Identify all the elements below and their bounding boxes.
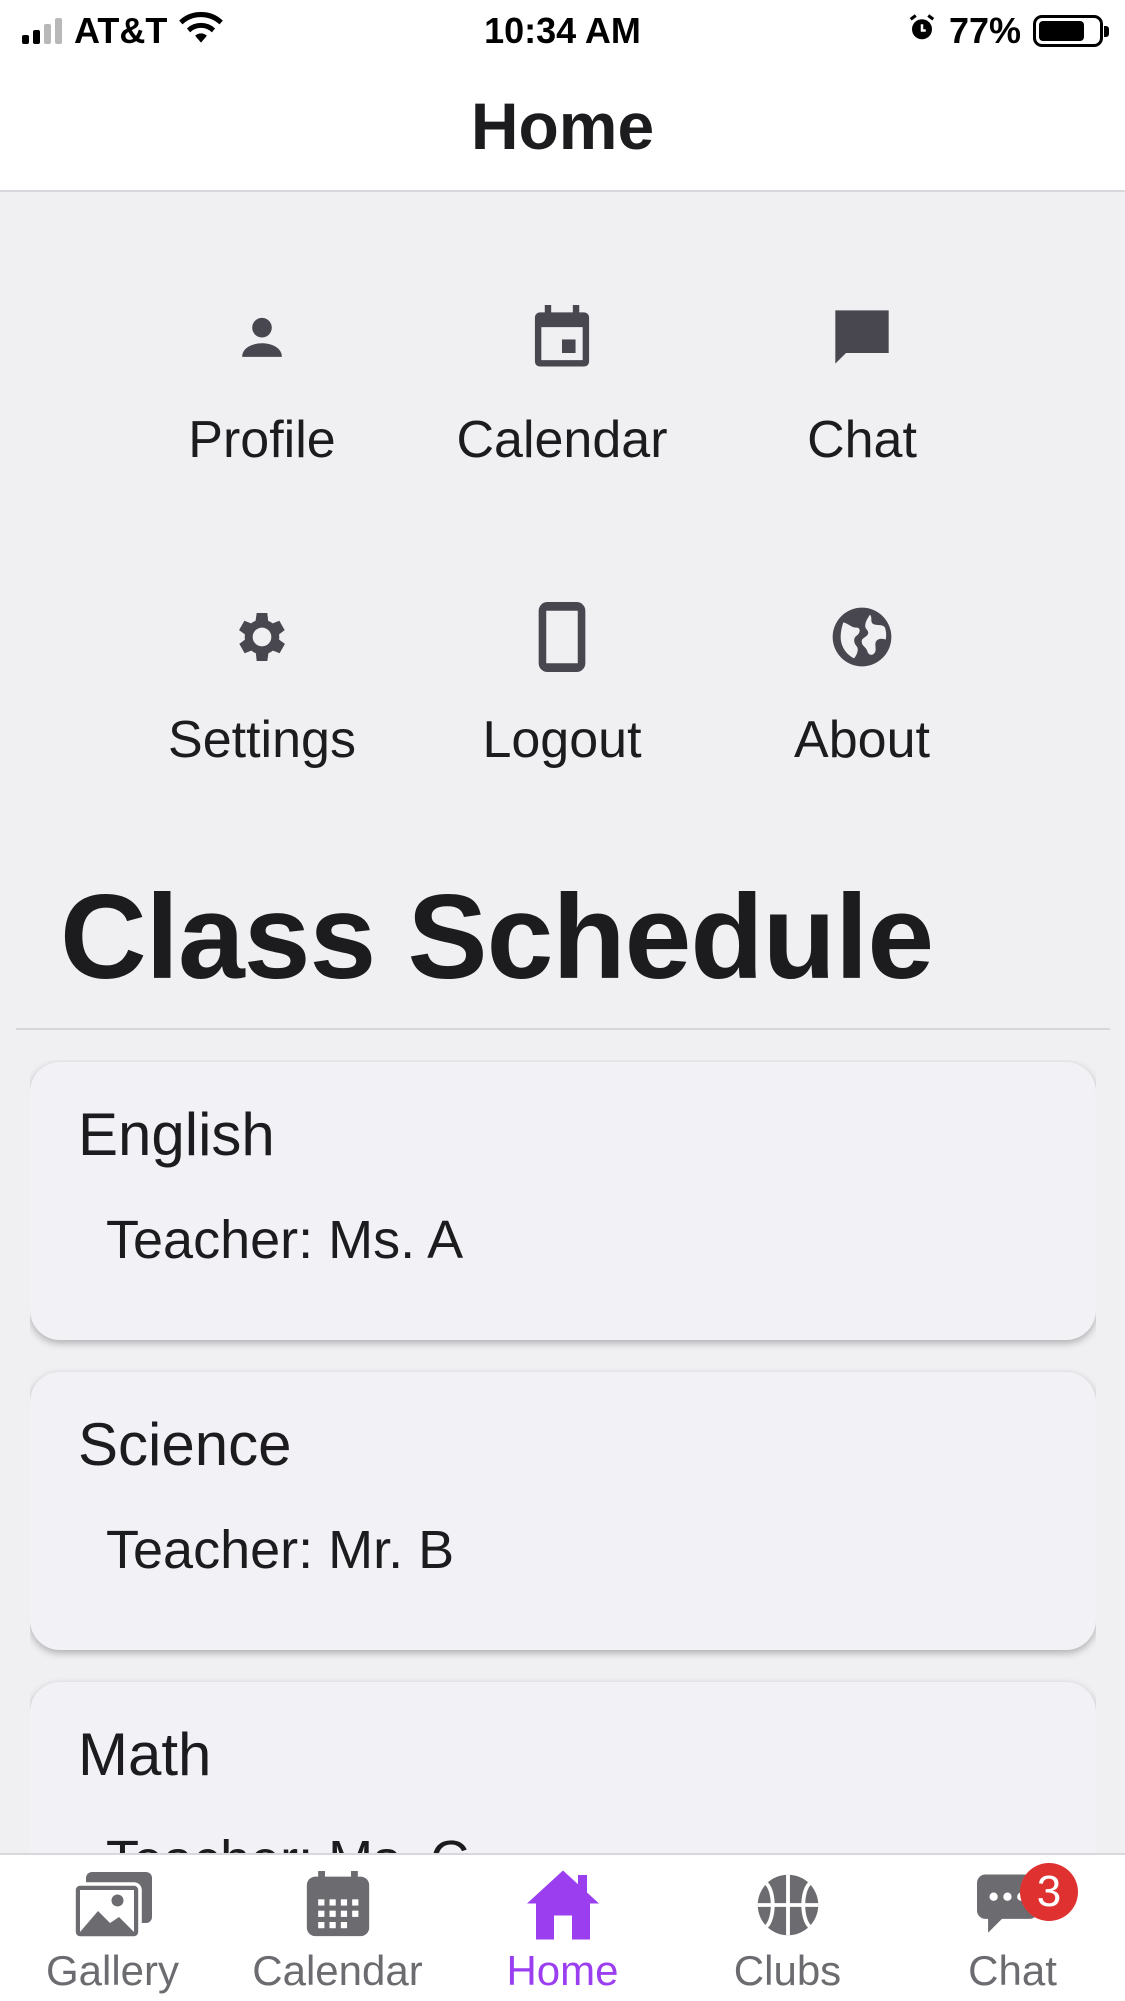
menu-item-label: Logout xyxy=(482,711,642,769)
home-icon xyxy=(523,1869,603,1941)
status-right: 77% xyxy=(907,10,1109,52)
signal-icon xyxy=(22,18,62,44)
calendar-icon xyxy=(298,1869,378,1941)
gallery-icon xyxy=(73,1869,153,1941)
menu-item-about[interactable]: About xyxy=(712,562,1012,862)
person-icon xyxy=(217,292,307,382)
class-list: English Teacher: Ms. A Science Teacher: … xyxy=(30,1060,1096,1853)
gear-icon xyxy=(217,592,307,682)
battery-percent: 77% xyxy=(948,10,1021,51)
tab-label: Chat xyxy=(968,1947,1057,1994)
menu-grid: Profile Calendar Chat Settings Logout Ab… xyxy=(112,262,1012,792)
alarm-icon xyxy=(907,10,937,52)
tab-chat[interactable]: 3 Chat xyxy=(900,1855,1125,2001)
globe-icon xyxy=(817,592,907,682)
notification-badge: 3 xyxy=(1020,1863,1078,1921)
tab-clubs[interactable]: Clubs xyxy=(675,1855,900,2001)
navigation-bar: Home xyxy=(0,62,1125,192)
menu-item-label: Profile xyxy=(188,411,336,469)
phone-icon xyxy=(517,592,607,682)
menu-item-label: Chat xyxy=(807,411,917,469)
class-teacher: Teacher: Mr. B xyxy=(106,1520,455,1580)
class-card[interactable]: Math Teacher: Ms. C xyxy=(30,1682,1096,1853)
chat-bubble-icon xyxy=(817,292,907,382)
class-teacher: Teacher: Ms. A xyxy=(106,1210,464,1270)
tab-bar: Gallery Calendar Home Clubs 3 Chat xyxy=(0,1853,1125,2001)
class-card[interactable]: English Teacher: Ms. A xyxy=(30,1062,1096,1340)
menu-item-settings[interactable]: Settings xyxy=(112,562,412,862)
class-name: Math xyxy=(78,1721,212,1788)
basketball-icon xyxy=(748,1869,828,1941)
section-title: Class Schedule xyxy=(60,870,934,1004)
menu-item-chat[interactable]: Chat xyxy=(712,262,1012,562)
menu-item-logout[interactable]: Logout xyxy=(412,562,712,862)
menu-item-calendar[interactable]: Calendar xyxy=(412,262,712,562)
tab-calendar[interactable]: Calendar xyxy=(225,1855,450,2001)
status-left: AT&T xyxy=(22,10,224,53)
class-name: Science xyxy=(78,1411,292,1478)
class-teacher: Teacher: Ms. C xyxy=(106,1829,1096,1853)
tab-label: Home xyxy=(506,1947,619,1994)
class-card[interactable]: Science Teacher: Mr. B xyxy=(30,1372,1096,1650)
tab-label: Calendar xyxy=(252,1947,423,1994)
menu-item-label: Calendar xyxy=(456,411,668,469)
divider xyxy=(16,1028,1110,1030)
tab-label: Gallery xyxy=(45,1947,180,1994)
menu-item-label: Settings xyxy=(168,711,356,769)
menu-item-label: About xyxy=(794,711,930,769)
wifi-icon xyxy=(179,10,224,53)
page-title: Home xyxy=(470,89,655,163)
carrier-label: AT&T xyxy=(74,10,168,51)
tab-gallery[interactable]: Gallery xyxy=(0,1855,225,2001)
calendar-icon xyxy=(517,292,607,382)
class-name: English xyxy=(78,1101,275,1168)
tab-home[interactable]: Home xyxy=(450,1855,675,2001)
battery-icon xyxy=(1033,15,1109,47)
tab-label: Clubs xyxy=(733,1947,842,1994)
status-bar: AT&T 10:34 AM 77% xyxy=(0,0,1125,62)
menu-item-profile[interactable]: Profile xyxy=(112,262,412,562)
